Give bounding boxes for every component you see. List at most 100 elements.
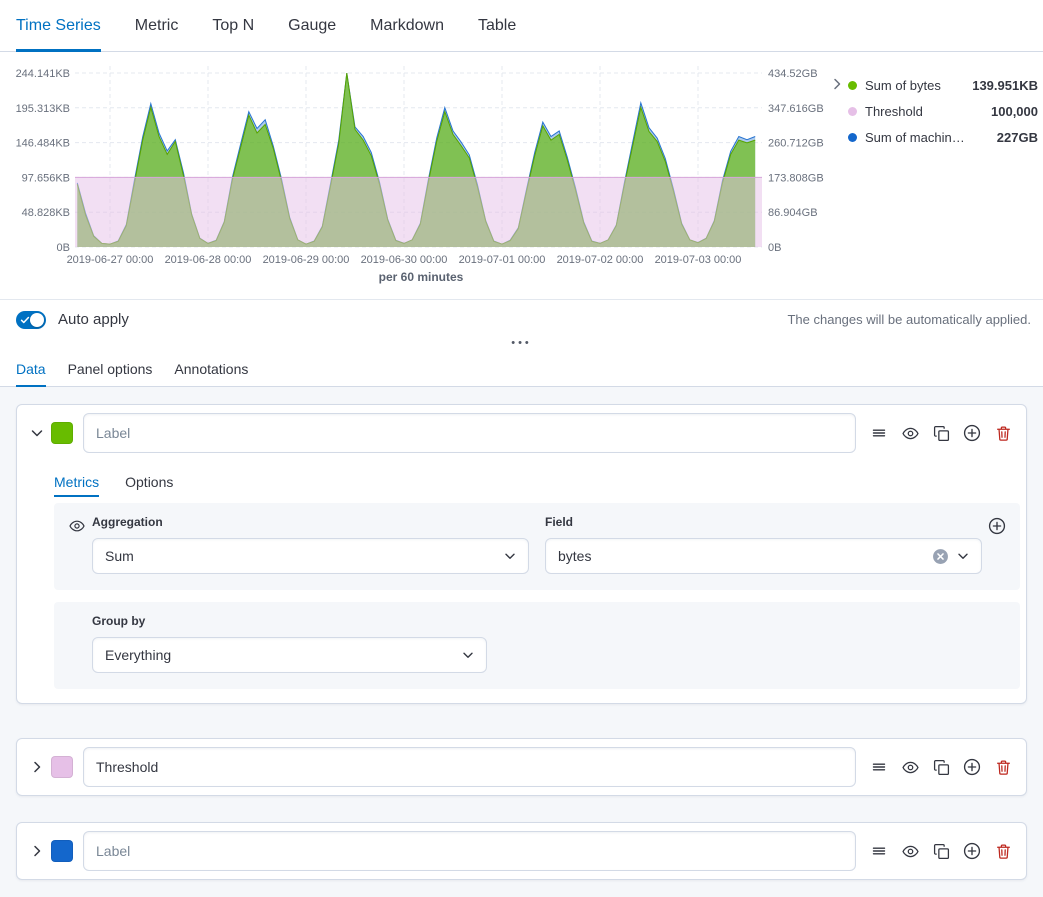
svg-text:173.808GB: 173.808GB [768, 172, 824, 184]
toggle-metric-visibility-button[interactable] [68, 517, 86, 535]
series-header [17, 405, 1026, 461]
field-combobox[interactable]: bytes [545, 538, 982, 574]
tab-metrics[interactable]: Metrics [54, 461, 99, 503]
add-series-button[interactable] [963, 424, 981, 442]
series-color-swatch[interactable] [51, 840, 73, 862]
add-series-button[interactable] [963, 842, 981, 860]
group-by-label: Group by [92, 614, 1006, 628]
aggregation-label: Aggregation [92, 515, 529, 529]
auto-apply-toggle[interactable] [16, 311, 46, 329]
legend-label: Sum of bytes [865, 78, 941, 93]
svg-text:260.712GB: 260.712GB [768, 138, 824, 150]
tab-metric[interactable]: Metric [135, 0, 179, 51]
delete-series-button[interactable] [994, 424, 1012, 442]
toggle-knob [30, 313, 44, 327]
clear-field-button[interactable] [932, 548, 949, 565]
svg-text:0B: 0B [768, 242, 781, 254]
copy-icon [933, 843, 950, 860]
add-metric-button[interactable] [988, 517, 1006, 535]
field-label: Field [545, 515, 982, 529]
check-icon [20, 315, 30, 325]
eye-icon [902, 759, 919, 776]
legend-item-sum-of-bytes[interactable]: Sum of bytes 139.951KB [848, 72, 1038, 98]
tab-data[interactable]: Data [16, 352, 46, 386]
toggle-series-visibility-button[interactable] [901, 842, 919, 860]
drag-handle[interactable] [870, 758, 888, 776]
plus-in-circle-icon [963, 424, 981, 442]
auto-apply-row: Auto apply The changes will be automatic… [0, 299, 1043, 339]
series-label-input[interactable] [83, 831, 856, 871]
series-color-swatch[interactable] [51, 756, 73, 778]
chevron-down-icon [502, 548, 518, 564]
svg-text:2019-07-03 00:00: 2019-07-03 00:00 [655, 254, 742, 266]
legend-label: Threshold [865, 104, 923, 119]
field-value: bytes [558, 548, 932, 564]
tsvb-editor: Time Series Metric Top N Gauge Markdown … [0, 0, 1043, 897]
series-label-input[interactable] [83, 747, 856, 787]
tab-top-n[interactable]: Top N [212, 0, 254, 51]
svg-text:0B: 0B [57, 242, 70, 254]
delete-series-button[interactable] [994, 842, 1012, 860]
legend-dot [848, 133, 857, 142]
tab-options[interactable]: Options [125, 461, 173, 503]
chevron-right-icon [29, 759, 45, 775]
svg-text:195.313KB: 195.313KB [16, 103, 70, 115]
plus-in-circle-icon [988, 517, 1006, 535]
svg-text:48.828KB: 48.828KB [22, 207, 70, 219]
aggregation-select[interactable]: Sum [92, 538, 529, 574]
drag-handle[interactable] [870, 424, 888, 442]
eye-icon [69, 518, 85, 534]
svg-text:2019-06-30 00:00: 2019-06-30 00:00 [361, 254, 448, 266]
copy-icon [933, 425, 950, 442]
expand-series-button[interactable] [25, 755, 49, 779]
trash-icon [995, 759, 1012, 776]
tab-time-series[interactable]: Time Series [16, 0, 101, 51]
series-header [17, 739, 1026, 795]
toggle-series-visibility-button[interactable] [901, 758, 919, 776]
grab-icon [871, 759, 887, 775]
plus-in-circle-icon [963, 758, 981, 776]
series-label-input[interactable] [83, 413, 856, 453]
svg-text:2019-07-02 00:00: 2019-07-02 00:00 [557, 254, 644, 266]
delete-series-button[interactable] [994, 758, 1012, 776]
legend-dot [848, 107, 857, 116]
tab-annotations[interactable]: Annotations [174, 352, 248, 386]
trash-icon [995, 843, 1012, 860]
metric-row: Aggregation Sum Field bytes [54, 503, 1020, 590]
chevron-down-icon [29, 425, 45, 441]
toggle-series-visibility-button[interactable] [901, 424, 919, 442]
legend-label: Sum of machin… [865, 130, 965, 145]
expand-series-button[interactable] [25, 839, 49, 863]
series-color-swatch[interactable] [51, 422, 73, 444]
tab-gauge[interactable]: Gauge [288, 0, 336, 51]
add-series-button[interactable] [963, 758, 981, 776]
clone-series-button[interactable] [932, 424, 950, 442]
panel-resize-handle[interactable]: ••• [0, 337, 1043, 349]
auto-apply-label: Auto apply [58, 311, 129, 328]
tab-table[interactable]: Table [478, 0, 516, 51]
group-by-select[interactable]: Everything [92, 637, 487, 673]
chart-area: 244.141KB434.52GB195.313KB347.616GB146.4… [0, 53, 1043, 296]
collapse-series-button[interactable] [25, 421, 49, 445]
series-card-3 [16, 822, 1027, 880]
tab-panel-options[interactable]: Panel options [68, 352, 153, 386]
series-card-1: Metrics Options Aggregation [16, 404, 1027, 704]
legend-item-sum-of-machine-ram[interactable]: Sum of machin… 227GB [848, 124, 1038, 150]
viz-type-tabs: Time Series Metric Top N Gauge Markdown … [0, 0, 1043, 52]
series-subtabs: Metrics Options [17, 461, 1026, 503]
tab-markdown[interactable]: Markdown [370, 0, 444, 51]
svg-text:2019-06-29 00:00: 2019-06-29 00:00 [263, 254, 350, 266]
series-actions [870, 758, 1014, 776]
group-by-value: Everything [105, 647, 460, 663]
drag-handle[interactable] [870, 842, 888, 860]
clone-series-button[interactable] [932, 842, 950, 860]
series-card-2 [16, 738, 1027, 796]
chart-legend: Sum of bytes 139.951KB Threshold 100,000… [848, 72, 1038, 150]
copy-icon [933, 759, 950, 776]
grab-icon [871, 425, 887, 441]
chevron-down-icon [460, 647, 476, 663]
legend-item-threshold[interactable]: Threshold 100,000 [848, 98, 1038, 124]
svg-text:86.904GB: 86.904GB [768, 207, 818, 219]
clone-series-button[interactable] [932, 758, 950, 776]
legend-collapse-button[interactable] [829, 76, 845, 92]
